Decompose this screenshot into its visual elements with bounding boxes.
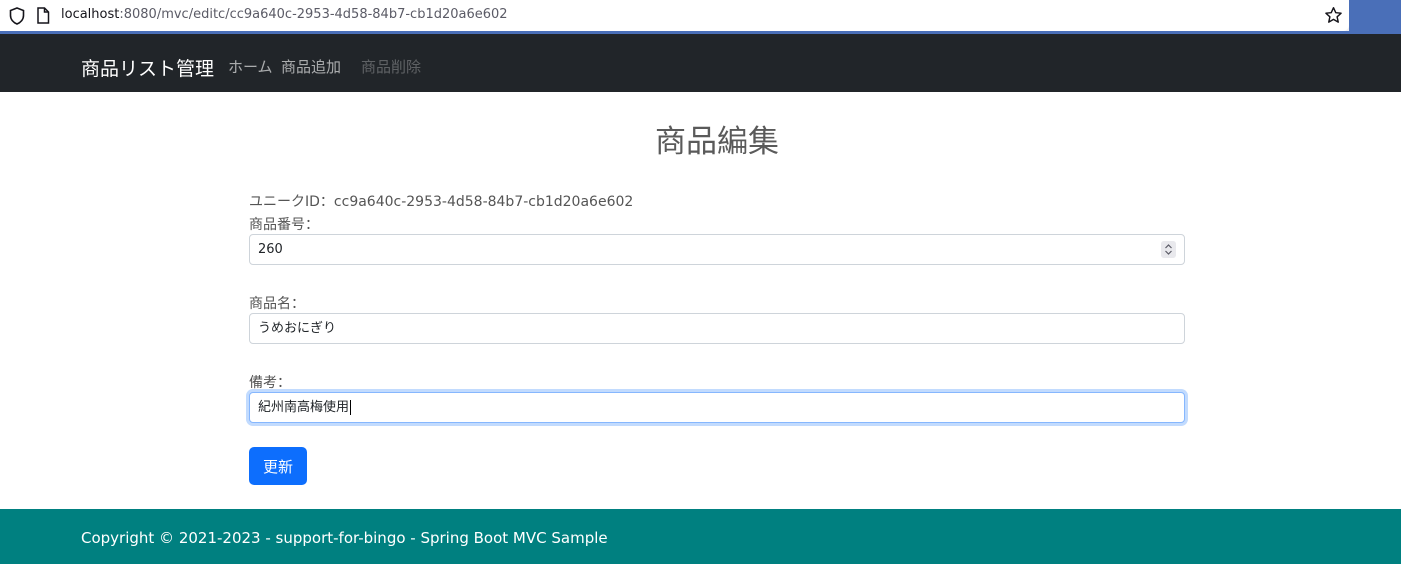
url-text[interactable]: localhost:8080/mvc/editc/cc9a640c-2953-4… [61,7,508,22]
product-name-label: 商品名： [249,296,305,312]
unique-id-label: ユニークID： [249,194,334,210]
product-number-label: 商品番号： [249,217,319,233]
url-host: localhost [61,7,120,22]
product-name-input[interactable]: うめおにぎり [249,313,1185,344]
url-path: :8080/mvc/editc/cc9a640c-2953-4d58-84b7-… [119,7,508,22]
footer-copyright: Copyright © 2021-2023 - support-for-bing… [81,529,608,547]
star-icon[interactable] [1324,6,1343,25]
navbar: 商品リスト管理 ホーム 商品追加 商品削除 [0,34,1401,92]
text-caret [350,400,352,415]
unique-id-row: ユニークID：cc9a640c-2953-4d58-84b7-cb1d20a6e… [249,191,633,211]
product-number-input[interactable]: 260 [249,234,1185,265]
page-icon [37,7,50,24]
browser-accent [1349,0,1401,34]
brand-link[interactable]: 商品リスト管理 [81,54,214,81]
unique-id-value: cc9a640c-2953-4d58-84b7-cb1d20a6e602 [333,194,634,210]
nav-link-home[interactable]: ホーム [228,56,273,77]
footer: Copyright © 2021-2023 - support-for-bing… [0,509,1401,564]
product-number-value: 260 [258,242,283,257]
product-name-value: うめおにぎり [258,321,337,336]
shield-icon[interactable] [9,7,25,25]
nav-link-delete-product: 商品削除 [361,58,422,76]
browser-toolbar: localhost:8080/mvc/editc/cc9a640c-2953-4… [0,0,1401,34]
note-input[interactable]: 紀州南高梅使用 [249,392,1185,423]
note-value: 紀州南高梅使用 [258,400,350,415]
nav-link-add-product[interactable]: 商品追加 [281,56,341,77]
note-label: 備考： [249,375,291,391]
update-button[interactable]: 更新 [249,447,307,485]
page-title: 商品編集 [655,124,779,160]
address-bar[interactable]: localhost:8080/mvc/editc/cc9a640c-2953-4… [0,0,1349,31]
number-spinner-icon[interactable] [1161,241,1176,258]
